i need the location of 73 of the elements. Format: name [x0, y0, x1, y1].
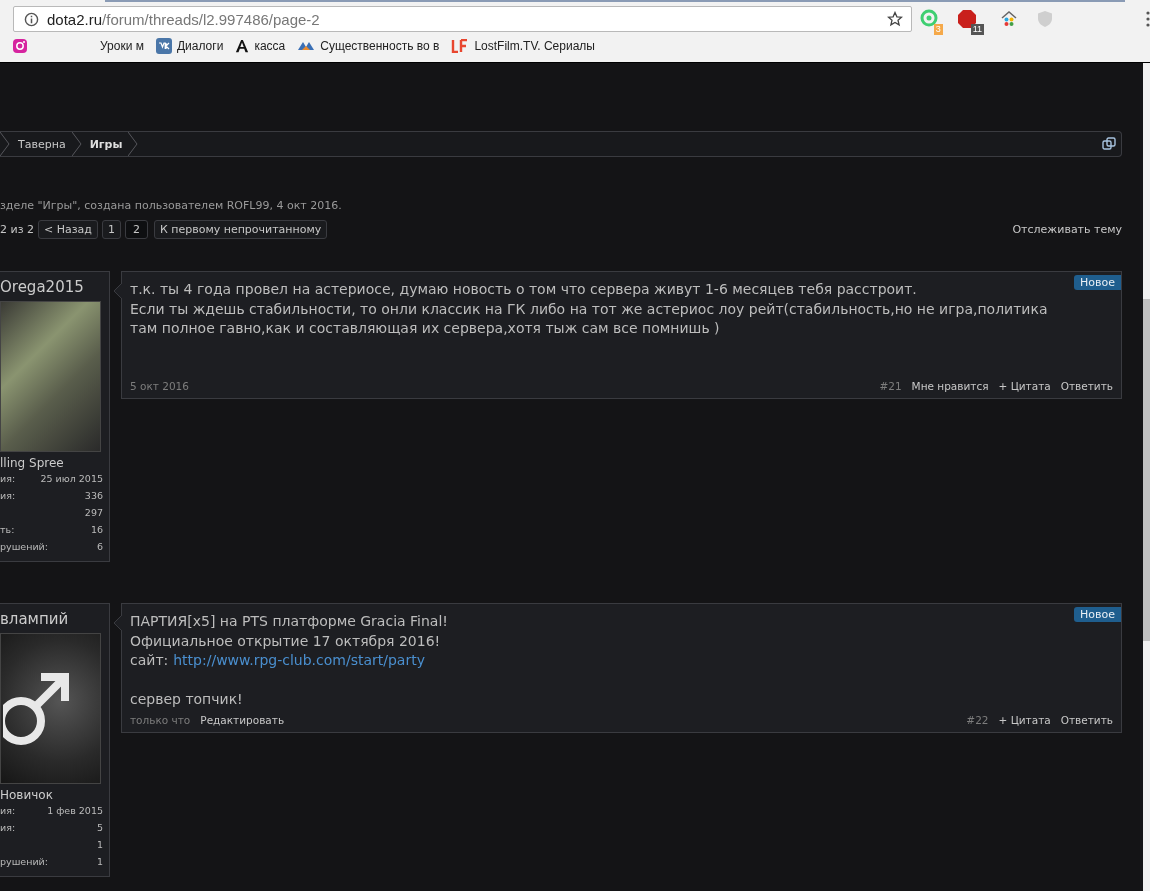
post-text: сайт: — [130, 652, 169, 668]
stat-value: 336 — [84, 490, 103, 501]
user-rank: Новичок — [0, 788, 54, 802]
lf-logo-icon — [451, 39, 470, 53]
stat-value: 25 июл 2015 — [40, 473, 103, 484]
url-text[interactable]: dota2.ru/forum/threads/l2.997486/page-2 — [47, 10, 887, 28]
info-icon[interactable] — [24, 11, 39, 27]
breadcrumb-link[interactable]: Игры — [81, 137, 129, 151]
stat-value: 6 — [96, 541, 103, 552]
post-action-link[interactable]: Ответить — [1060, 380, 1113, 392]
bookmark-item[interactable]: Диалоги — [155, 38, 224, 54]
post-action-link[interactable]: Ответить — [1060, 713, 1113, 726]
post-date: только что — [130, 713, 191, 726]
stat-label: ия: — [0, 473, 16, 484]
avatar[interactable] — [0, 633, 101, 784]
post-text: ПАРТИЯ[x5] на PTS платформе Gracia Final! — [130, 613, 448, 629]
bookmark-item[interactable]: LostFilm.TV. Сериалы — [451, 39, 595, 53]
stat-value: 16 — [90, 524, 103, 535]
new-badge: Новое — [1074, 607, 1121, 622]
post-action-link[interactable]: Мне нравится — [911, 380, 989, 392]
breadcrumb-separator-icon — [128, 132, 139, 156]
stat-value: 1 — [96, 856, 103, 867]
breadcrumb-separator-icon — [0, 132, 10, 156]
stat-label: ть: — [0, 524, 15, 535]
stat-value: 5 — [96, 822, 103, 833]
post-action-link[interactable]: + Цитата — [998, 380, 1051, 392]
stat-label: рушений: — [0, 856, 48, 867]
new-badge: Новое — [1074, 275, 1121, 290]
vk-icon — [155, 38, 172, 54]
scrollbar-thumb[interactable] — [1143, 299, 1150, 641]
page-button[interactable]: 2 — [124, 220, 148, 239]
page-button[interactable]: 1 — [101, 220, 121, 239]
bookmark-item[interactable] — [12, 38, 28, 54]
bookmark-item[interactable]: касса — [235, 38, 286, 54]
extension-badge: 3 — [933, 24, 943, 35]
edit-link[interactable]: Редактировать — [200, 713, 285, 726]
username[interactable]: Orega2015 — [0, 278, 103, 296]
stat-label: ия: — [0, 490, 16, 501]
stat-value: 1 фев 2015 — [47, 805, 103, 816]
post-number[interactable]: #22 — [966, 713, 989, 726]
post-date: 5 окт 2016 — [130, 380, 189, 392]
stat-label: ия: — [0, 805, 16, 816]
post-text: т.к. ты 4 года провел на астериосе, думаю новость о том что сервера живут 1-6 месяцев тебя расстроит. — [130, 281, 917, 297]
watch-thread-link[interactable]: Отслеживать тему — [1012, 223, 1122, 236]
post-text: Если ты ждешь стабильности, то онли классик на ГК либо на тот же астериос лоу рейт(стабильность,но не игра,политика там полное гавно,как и составляющая их сервера,хотя тыж сам все помнишь ) — [130, 300, 1048, 336]
username[interactable]: влампий — [0, 610, 103, 628]
post-action-link[interactable]: + Цитата — [998, 713, 1051, 726]
thread-info: зделе "Игры", создана пользователем ROFL99, 4 окт 2016. — [0, 199, 343, 212]
menu-icon[interactable] — [1146, 11, 1150, 27]
stat-value: 297 — [84, 507, 103, 518]
post-link[interactable]: http://www.rpg-club.com/start/party — [173, 652, 425, 668]
letter-a-icon — [235, 38, 250, 54]
bookmark-item[interactable]: Существенность во в — [297, 39, 440, 53]
bird-icon — [297, 40, 316, 52]
camera-icon — [12, 38, 28, 54]
bookmark-item[interactable]: Уроки м — [100, 39, 144, 53]
breadcrumb-link[interactable]: Таверна — [10, 137, 72, 151]
post-number[interactable]: #21 — [879, 380, 902, 392]
popout-icon[interactable] — [1102, 137, 1116, 151]
page-count: 2 из 2 — [0, 223, 34, 236]
stat-value: 1 — [96, 839, 103, 850]
address-bar[interactable]: dota2.ru/forum/threads/l2.997486/page-2 — [13, 6, 912, 32]
photo-placeholder[interactable] — [0, 301, 101, 452]
post-text: сервер топчик! — [130, 691, 243, 707]
breadcrumb-separator-icon — [71, 132, 82, 156]
stat-label: рушений: — [0, 541, 48, 552]
first-unread-button[interactable]: К первому непрочитанному — [153, 220, 328, 239]
user-rank: lling Spree — [0, 456, 65, 470]
post-text: Официальное открытие 17 октября 2016! — [130, 632, 441, 649]
bookmark-star-icon[interactable] — [886, 11, 903, 27]
extension-badge: 11 — [970, 24, 984, 35]
stat-label: ия: — [0, 822, 16, 833]
page-button[interactable]: < Назад — [38, 220, 98, 239]
